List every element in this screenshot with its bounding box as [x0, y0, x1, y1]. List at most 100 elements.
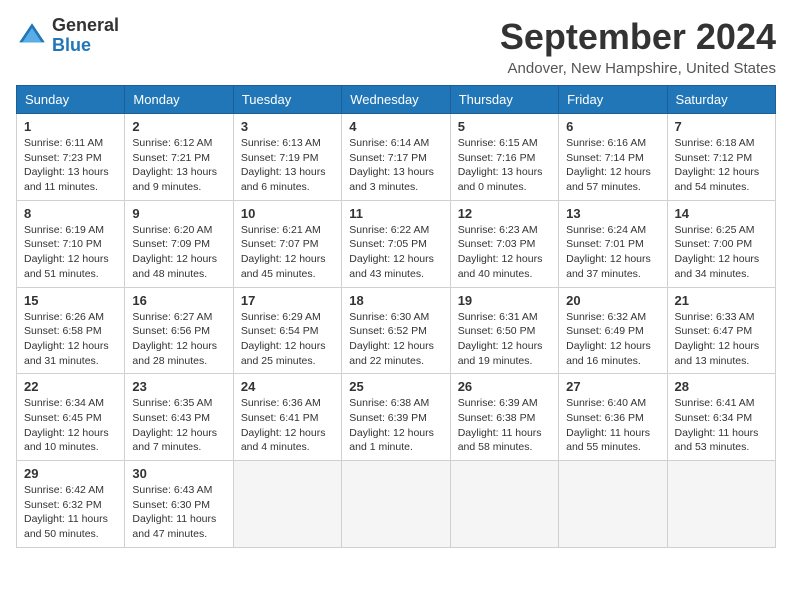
col-saturday: Saturday: [667, 86, 775, 114]
calendar-cell: 22 Sunrise: 6:34 AM Sunset: 6:45 PM Dayl…: [17, 374, 125, 461]
day-number: 29: [24, 466, 117, 481]
calendar-title: September 2024: [500, 16, 776, 58]
day-detail: Sunrise: 6:20 AM Sunset: 7:09 PM Dayligh…: [132, 223, 225, 282]
day-number: 16: [132, 293, 225, 308]
day-number: 13: [566, 206, 659, 221]
calendar-cell: 4 Sunrise: 6:14 AM Sunset: 7:17 PM Dayli…: [342, 114, 450, 201]
logo-line1: General: [52, 16, 119, 36]
logo-icon: [16, 20, 48, 52]
calendar-cell: 13 Sunrise: 6:24 AM Sunset: 7:01 PM Dayl…: [559, 200, 667, 287]
calendar-cell: 16 Sunrise: 6:27 AM Sunset: 6:56 PM Dayl…: [125, 287, 233, 374]
calendar-cell: [559, 461, 667, 548]
day-number: 30: [132, 466, 225, 481]
day-detail: Sunrise: 6:32 AM Sunset: 6:49 PM Dayligh…: [566, 310, 659, 369]
day-detail: Sunrise: 6:38 AM Sunset: 6:39 PM Dayligh…: [349, 396, 442, 455]
calendar-cell: [667, 461, 775, 548]
col-thursday: Thursday: [450, 86, 558, 114]
col-sunday: Sunday: [17, 86, 125, 114]
day-detail: Sunrise: 6:22 AM Sunset: 7:05 PM Dayligh…: [349, 223, 442, 282]
calendar-header: Sunday Monday Tuesday Wednesday Thursday…: [17, 86, 776, 114]
day-detail: Sunrise: 6:19 AM Sunset: 7:10 PM Dayligh…: [24, 223, 117, 282]
calendar-cell: [233, 461, 341, 548]
day-detail: Sunrise: 6:26 AM Sunset: 6:58 PM Dayligh…: [24, 310, 117, 369]
day-detail: Sunrise: 6:39 AM Sunset: 6:38 PM Dayligh…: [458, 396, 551, 455]
calendar-table: Sunday Monday Tuesday Wednesday Thursday…: [16, 85, 776, 548]
day-number: 19: [458, 293, 551, 308]
calendar-cell: [342, 461, 450, 548]
day-detail: Sunrise: 6:14 AM Sunset: 7:17 PM Dayligh…: [349, 136, 442, 195]
col-wednesday: Wednesday: [342, 86, 450, 114]
calendar-week-2: 8 Sunrise: 6:19 AM Sunset: 7:10 PM Dayli…: [17, 200, 776, 287]
day-detail: Sunrise: 6:30 AM Sunset: 6:52 PM Dayligh…: [349, 310, 442, 369]
calendar-cell: 1 Sunrise: 6:11 AM Sunset: 7:23 PM Dayli…: [17, 114, 125, 201]
day-number: 2: [132, 119, 225, 134]
day-number: 27: [566, 379, 659, 394]
day-detail: Sunrise: 6:21 AM Sunset: 7:07 PM Dayligh…: [241, 223, 334, 282]
calendar-cell: 23 Sunrise: 6:35 AM Sunset: 6:43 PM Dayl…: [125, 374, 233, 461]
day-detail: Sunrise: 6:41 AM Sunset: 6:34 PM Dayligh…: [675, 396, 768, 455]
title-area: September 2024 Andover, New Hampshire, U…: [500, 16, 776, 77]
day-number: 4: [349, 119, 442, 134]
calendar-week-4: 22 Sunrise: 6:34 AM Sunset: 6:45 PM Dayl…: [17, 374, 776, 461]
day-detail: Sunrise: 6:29 AM Sunset: 6:54 PM Dayligh…: [241, 310, 334, 369]
day-number: 25: [349, 379, 442, 394]
day-detail: Sunrise: 6:33 AM Sunset: 6:47 PM Dayligh…: [675, 310, 768, 369]
header: General Blue September 2024 Andover, New…: [16, 16, 776, 77]
calendar-cell: 11 Sunrise: 6:22 AM Sunset: 7:05 PM Dayl…: [342, 200, 450, 287]
day-number: 5: [458, 119, 551, 134]
day-number: 24: [241, 379, 334, 394]
logo-text: General Blue: [52, 16, 119, 56]
col-tuesday: Tuesday: [233, 86, 341, 114]
calendar-body: 1 Sunrise: 6:11 AM Sunset: 7:23 PM Dayli…: [17, 114, 776, 548]
day-detail: Sunrise: 6:12 AM Sunset: 7:21 PM Dayligh…: [132, 136, 225, 195]
day-number: 14: [675, 206, 768, 221]
day-number: 11: [349, 206, 442, 221]
day-number: 12: [458, 206, 551, 221]
day-detail: Sunrise: 6:16 AM Sunset: 7:14 PM Dayligh…: [566, 136, 659, 195]
calendar-cell: 26 Sunrise: 6:39 AM Sunset: 6:38 PM Dayl…: [450, 374, 558, 461]
day-detail: Sunrise: 6:42 AM Sunset: 6:32 PM Dayligh…: [24, 483, 117, 542]
calendar-cell: 21 Sunrise: 6:33 AM Sunset: 6:47 PM Dayl…: [667, 287, 775, 374]
day-number: 17: [241, 293, 334, 308]
calendar-week-1: 1 Sunrise: 6:11 AM Sunset: 7:23 PM Dayli…: [17, 114, 776, 201]
day-number: 26: [458, 379, 551, 394]
calendar-cell: 12 Sunrise: 6:23 AM Sunset: 7:03 PM Dayl…: [450, 200, 558, 287]
calendar-cell: 10 Sunrise: 6:21 AM Sunset: 7:07 PM Dayl…: [233, 200, 341, 287]
weekday-row: Sunday Monday Tuesday Wednesday Thursday…: [17, 86, 776, 114]
calendar-cell: 9 Sunrise: 6:20 AM Sunset: 7:09 PM Dayli…: [125, 200, 233, 287]
day-detail: Sunrise: 6:24 AM Sunset: 7:01 PM Dayligh…: [566, 223, 659, 282]
col-friday: Friday: [559, 86, 667, 114]
calendar-cell: 19 Sunrise: 6:31 AM Sunset: 6:50 PM Dayl…: [450, 287, 558, 374]
calendar-cell: 17 Sunrise: 6:29 AM Sunset: 6:54 PM Dayl…: [233, 287, 341, 374]
day-number: 10: [241, 206, 334, 221]
day-number: 23: [132, 379, 225, 394]
day-number: 8: [24, 206, 117, 221]
calendar-cell: 8 Sunrise: 6:19 AM Sunset: 7:10 PM Dayli…: [17, 200, 125, 287]
day-detail: Sunrise: 6:18 AM Sunset: 7:12 PM Dayligh…: [675, 136, 768, 195]
day-number: 18: [349, 293, 442, 308]
day-number: 6: [566, 119, 659, 134]
calendar-cell: 7 Sunrise: 6:18 AM Sunset: 7:12 PM Dayli…: [667, 114, 775, 201]
day-detail: Sunrise: 6:13 AM Sunset: 7:19 PM Dayligh…: [241, 136, 334, 195]
logo: General Blue: [16, 16, 119, 56]
calendar-week-3: 15 Sunrise: 6:26 AM Sunset: 6:58 PM Dayl…: [17, 287, 776, 374]
day-number: 1: [24, 119, 117, 134]
day-detail: Sunrise: 6:40 AM Sunset: 6:36 PM Dayligh…: [566, 396, 659, 455]
calendar-cell: 14 Sunrise: 6:25 AM Sunset: 7:00 PM Dayl…: [667, 200, 775, 287]
day-number: 3: [241, 119, 334, 134]
calendar-cell: 25 Sunrise: 6:38 AM Sunset: 6:39 PM Dayl…: [342, 374, 450, 461]
calendar-cell: 5 Sunrise: 6:15 AM Sunset: 7:16 PM Dayli…: [450, 114, 558, 201]
day-detail: Sunrise: 6:15 AM Sunset: 7:16 PM Dayligh…: [458, 136, 551, 195]
day-number: 22: [24, 379, 117, 394]
calendar-cell: 27 Sunrise: 6:40 AM Sunset: 6:36 PM Dayl…: [559, 374, 667, 461]
col-monday: Monday: [125, 86, 233, 114]
calendar-cell: [450, 461, 558, 548]
day-detail: Sunrise: 6:35 AM Sunset: 6:43 PM Dayligh…: [132, 396, 225, 455]
calendar-cell: 30 Sunrise: 6:43 AM Sunset: 6:30 PM Dayl…: [125, 461, 233, 548]
day-number: 28: [675, 379, 768, 394]
calendar-subtitle: Andover, New Hampshire, United States: [500, 60, 776, 77]
logo-line2: Blue: [52, 36, 119, 56]
day-detail: Sunrise: 6:27 AM Sunset: 6:56 PM Dayligh…: [132, 310, 225, 369]
day-number: 21: [675, 293, 768, 308]
calendar-cell: 20 Sunrise: 6:32 AM Sunset: 6:49 PM Dayl…: [559, 287, 667, 374]
